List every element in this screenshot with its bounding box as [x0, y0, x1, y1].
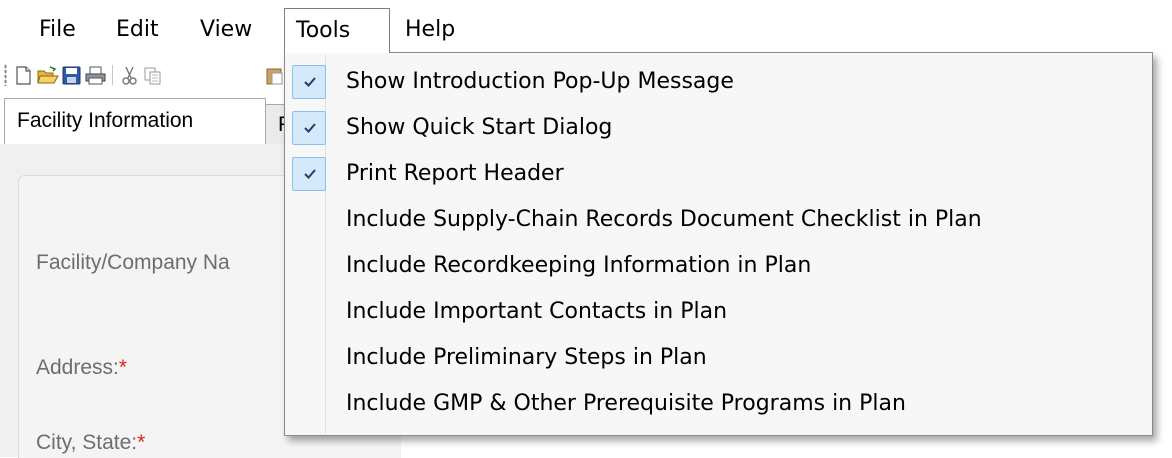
menu-item-label: Include GMP & Other Prerequisite Program… — [346, 391, 906, 416]
menu-item-include-supply-chain-checklist[interactable]: Include Supply-Chain Records Document Ch… — [285, 200, 1152, 244]
tab-facility-information[interactable]: Facility Information — [4, 98, 266, 144]
menu-item-label: Include Preliminary Steps in Plan — [346, 345, 707, 370]
check-icon — [292, 111, 326, 145]
menu-item-show-quick-start[interactable]: Show Quick Start Dialog — [285, 108, 1152, 152]
address-label: Address:* — [36, 356, 128, 379]
toolbar — [0, 53, 300, 95]
menu-file[interactable]: File — [28, 8, 87, 52]
menu-item-include-important-contacts[interactable]: Include Important Contacts in Plan — [285, 292, 1152, 336]
facility-name-label: Facility/Company Na — [36, 251, 230, 274]
required-marker: * — [137, 431, 146, 454]
city-state-label: City, State:* — [36, 431, 146, 454]
open-icon[interactable] — [37, 66, 59, 85]
new-icon[interactable] — [14, 66, 33, 85]
toolbar-separator — [112, 65, 113, 85]
menu-item-label: Include Supply-Chain Records Document Ch… — [346, 207, 982, 232]
menu-item-label: Show Introduction Pop-Up Message — [346, 69, 734, 94]
cut-icon[interactable] — [120, 66, 139, 85]
menu-help[interactable]: Help — [394, 8, 466, 52]
save-icon[interactable] — [62, 66, 81, 85]
menu-item-show-introduction-popup[interactable]: Show Introduction Pop-Up Message — [285, 62, 1152, 106]
menu-item-print-report-header[interactable]: Print Report Header — [285, 154, 1152, 198]
menu-bar: File Edit View Tools Help — [0, 0, 1172, 53]
menu-view[interactable]: View — [189, 8, 263, 52]
menu-tools[interactable]: Tools — [284, 8, 390, 53]
required-marker: * — [118, 356, 128, 379]
menu-item-label: Include Important Contacts in Plan — [346, 299, 728, 324]
menu-item-include-preliminary-steps[interactable]: Include Preliminary Steps in Plan — [285, 338, 1152, 382]
paste-icon[interactable] — [265, 66, 284, 85]
tools-menu-dropdown: Show Introduction Pop-Up Message Show Qu… — [284, 52, 1153, 436]
print-icon[interactable] — [85, 66, 106, 85]
check-icon — [292, 157, 326, 191]
menu-item-label: Include Recordkeeping Information in Pla… — [346, 253, 812, 278]
copy-icon[interactable] — [143, 66, 162, 85]
toolbar-grip-icon[interactable] — [4, 64, 7, 86]
menu-item-label: Show Quick Start Dialog — [346, 115, 613, 140]
check-icon — [292, 65, 326, 99]
menu-edit[interactable]: Edit — [105, 8, 170, 52]
menu-item-include-recordkeeping[interactable]: Include Recordkeeping Information in Pla… — [285, 246, 1152, 290]
menu-item-include-gmp-prerequisite[interactable]: Include GMP & Other Prerequisite Program… — [285, 384, 1152, 428]
menu-item-label: Print Report Header — [346, 161, 564, 186]
